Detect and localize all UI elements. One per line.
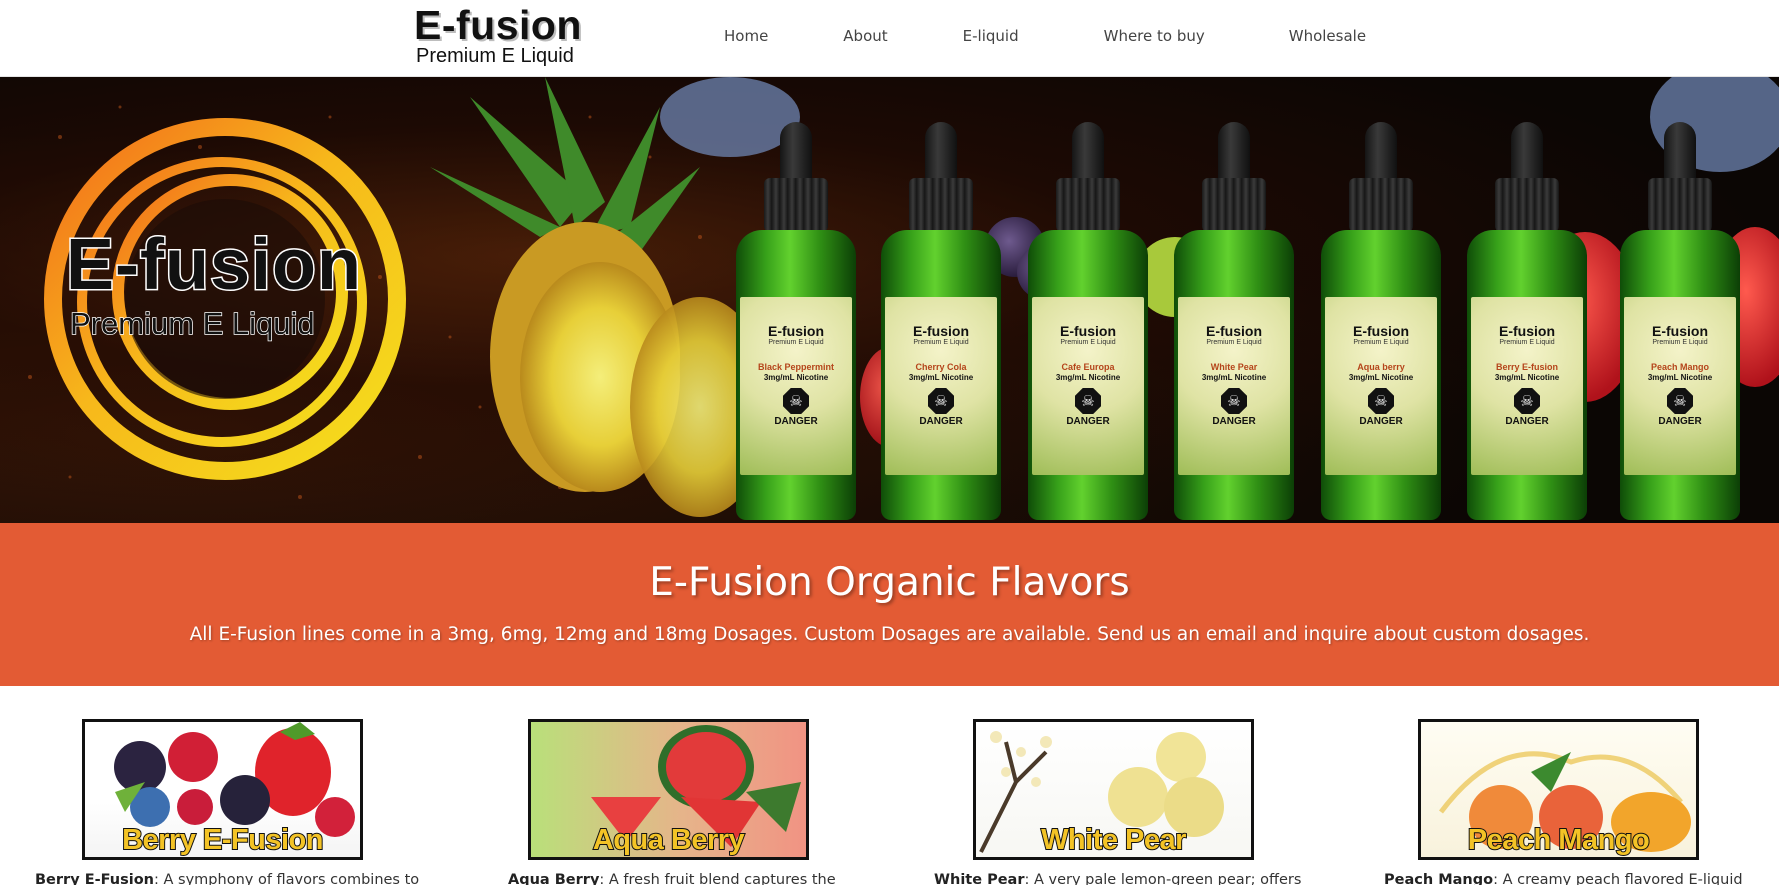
danger-skull-icon: ☠ bbox=[928, 388, 954, 414]
product-image-label: Aqua Berry bbox=[592, 824, 746, 856]
bottle-brand: E-fusion bbox=[913, 323, 969, 339]
nav-e-liquid[interactable]: E-liquid bbox=[963, 27, 1019, 45]
product-description-text: : A symphony of flavors combines to bbox=[154, 872, 420, 885]
bottle-subtitle: Premium E Liquid bbox=[1499, 339, 1555, 346]
product-description: Berry E-Fusion: A symphony of flavors co… bbox=[35, 871, 419, 885]
product-bottle: E-fusion Premium E Liquid Aqua berry 3mg… bbox=[1317, 122, 1445, 522]
logo-title: E-fusion bbox=[414, 2, 582, 48]
bottle-flavor: Berry E-fusion bbox=[1495, 362, 1558, 372]
bottle-flavor: White Pear bbox=[1210, 362, 1258, 372]
bottle-warning: DANGER bbox=[1505, 416, 1549, 427]
product-name[interactable]: Berry E-Fusion bbox=[35, 872, 154, 885]
product-image-aqua-berry[interactable]: Aqua Berry bbox=[528, 719, 809, 860]
bottle-label: E-fusion Premium E Liquid Aqua berry 3mg… bbox=[1325, 297, 1437, 475]
bottle-brand: E-fusion bbox=[1060, 323, 1116, 339]
bottle-warning: DANGER bbox=[1212, 416, 1256, 427]
product-bottle: E-fusion Premium E Liquid Peach Mango 3m… bbox=[1616, 122, 1744, 522]
product-image-label: Berry E-Fusion bbox=[121, 824, 324, 856]
hero-banner: E-fusion Premium E Liquid E-fusion Premi… bbox=[0, 77, 1779, 523]
bottle-brand: E-fusion bbox=[1206, 323, 1262, 339]
product-description: Peach Mango: A creamy peach flavored E-l… bbox=[1384, 871, 1743, 885]
bottle-nicotine: 3mg/mL Nicotine bbox=[1055, 373, 1121, 382]
bottle-warning: DANGER bbox=[774, 416, 818, 427]
bottle-warning: DANGER bbox=[1359, 416, 1403, 427]
hero-logo: E-fusion Premium E Liquid bbox=[65, 225, 406, 342]
nav-home[interactable]: Home bbox=[724, 27, 768, 45]
product-image-label: Peach Mango bbox=[1467, 824, 1651, 856]
hero-logo-title: E-fusion bbox=[65, 225, 363, 305]
bottle-subtitle: Premium E Liquid bbox=[768, 339, 824, 346]
bottle-nicotine: 3mg/mL Nicotine bbox=[1647, 373, 1713, 382]
bottle-label: E-fusion Premium E Liquid Cherry Cola 3m… bbox=[885, 297, 997, 475]
danger-skull-icon: ☠ bbox=[783, 388, 809, 414]
bottle-label: E-fusion Premium E Liquid Berry E-fusion… bbox=[1471, 297, 1583, 475]
danger-skull-icon: ☠ bbox=[1075, 388, 1101, 414]
nav-wholesale[interactable]: Wholesale bbox=[1289, 27, 1366, 45]
product-bottle: E-fusion Premium E Liquid Berry E-fusion… bbox=[1463, 122, 1591, 522]
bottle-brand: E-fusion bbox=[1353, 323, 1409, 339]
product-description: Aqua Berry: A fresh fruit blend captures… bbox=[508, 871, 836, 885]
bottle-flavor: Cherry Cola bbox=[915, 362, 967, 372]
product-name[interactable]: White Pear bbox=[934, 872, 1025, 885]
product-description-text: : A fresh fruit blend captures the bbox=[599, 872, 836, 885]
bottle-nicotine: 3mg/mL Nicotine bbox=[1201, 373, 1267, 382]
bottle-subtitle: Premium E Liquid bbox=[1206, 339, 1262, 346]
bottle-warning: DANGER bbox=[1066, 416, 1110, 427]
danger-skull-icon: ☠ bbox=[1221, 388, 1247, 414]
product-bottle: E-fusion Premium E Liquid White Pear 3mg… bbox=[1170, 122, 1298, 522]
bottle-subtitle: Premium E Liquid bbox=[1353, 339, 1409, 346]
bottle-nicotine: 3mg/mL Nicotine bbox=[1494, 373, 1560, 382]
bottle-warning: DANGER bbox=[919, 416, 963, 427]
bottle-brand: E-fusion bbox=[1652, 323, 1708, 339]
bottle-nicotine: 3mg/mL Nicotine bbox=[763, 373, 829, 382]
product-name[interactable]: Peach Mango bbox=[1384, 872, 1493, 885]
hero-logo-subtitle: Premium E Liquid bbox=[69, 306, 315, 342]
nav-about[interactable]: About bbox=[843, 27, 887, 45]
bottle-nicotine: 3mg/mL Nicotine bbox=[1348, 373, 1414, 382]
product-image-peach-mango[interactable]: Peach Mango bbox=[1418, 719, 1699, 860]
bottle-flavor: Cafe Europa bbox=[1061, 362, 1115, 372]
bottle-warning: DANGER bbox=[1658, 416, 1702, 427]
danger-skull-icon: ☠ bbox=[1667, 388, 1693, 414]
bottle-flavor: Aqua berry bbox=[1357, 362, 1405, 372]
bottle-label: E-fusion Premium E Liquid Black Peppermi… bbox=[740, 297, 852, 475]
product-name[interactable]: Aqua Berry bbox=[508, 872, 599, 885]
danger-skull-icon: ☠ bbox=[1368, 388, 1394, 414]
product-image-label: White Pear bbox=[1040, 824, 1187, 856]
bottle-brand: E-fusion bbox=[768, 323, 824, 339]
site-logo[interactable]: E-fusion Premium E Liquid bbox=[414, 4, 582, 66]
bottle-subtitle: Premium E Liquid bbox=[913, 339, 969, 346]
bottle-label: E-fusion Premium E Liquid White Pear 3mg… bbox=[1178, 297, 1290, 475]
banner-text: All E-Fusion lines come in a 3mg, 6mg, 1… bbox=[189, 624, 1590, 645]
bottle-subtitle: Premium E Liquid bbox=[1652, 339, 1708, 346]
product-image-berry-e-fusion[interactable]: Berry E-Fusion bbox=[82, 719, 363, 860]
bottle-flavor: Peach Mango bbox=[1650, 362, 1709, 372]
product-image-white-pear[interactable]: White Pear bbox=[973, 719, 1254, 860]
bottle-nicotine: 3mg/mL Nicotine bbox=[908, 373, 974, 382]
product-bottle: E-fusion Premium E Liquid Black Peppermi… bbox=[732, 122, 860, 522]
bottle-flavor: Black Peppermint bbox=[757, 362, 835, 372]
danger-skull-icon: ☠ bbox=[1514, 388, 1540, 414]
product-description-text: : A creamy peach flavored E-liquid bbox=[1493, 872, 1743, 885]
main-nav: Home About E-liquid Where to buy Wholesa… bbox=[724, 27, 1366, 45]
product-bottle: E-fusion Premium E Liquid Cherry Cola 3m… bbox=[877, 122, 1005, 522]
flavors-banner: E-Fusion Organic Flavors All E-Fusion li… bbox=[0, 523, 1779, 686]
product-bottle: E-fusion Premium E Liquid Cafe Europa 3m… bbox=[1024, 122, 1152, 522]
product-description-text: : A very pale lemon-green pear; offers bbox=[1024, 872, 1302, 885]
banner-title: E-Fusion Organic Flavors bbox=[649, 560, 1130, 605]
bottle-subtitle: Premium E Liquid bbox=[1060, 339, 1116, 346]
bottle-brand: E-fusion bbox=[1499, 323, 1555, 339]
site-header: E-fusion Premium E Liquid Home About E-l… bbox=[0, 0, 1779, 77]
logo-subtitle: Premium E Liquid bbox=[416, 45, 574, 67]
bottle-label: E-fusion Premium E Liquid Cafe Europa 3m… bbox=[1032, 297, 1144, 475]
bottle-label: E-fusion Premium E Liquid Peach Mango 3m… bbox=[1624, 297, 1736, 475]
nav-where-to-buy[interactable]: Where to buy bbox=[1104, 27, 1205, 45]
product-description: White Pear: A very pale lemon-green pear… bbox=[934, 871, 1301, 885]
